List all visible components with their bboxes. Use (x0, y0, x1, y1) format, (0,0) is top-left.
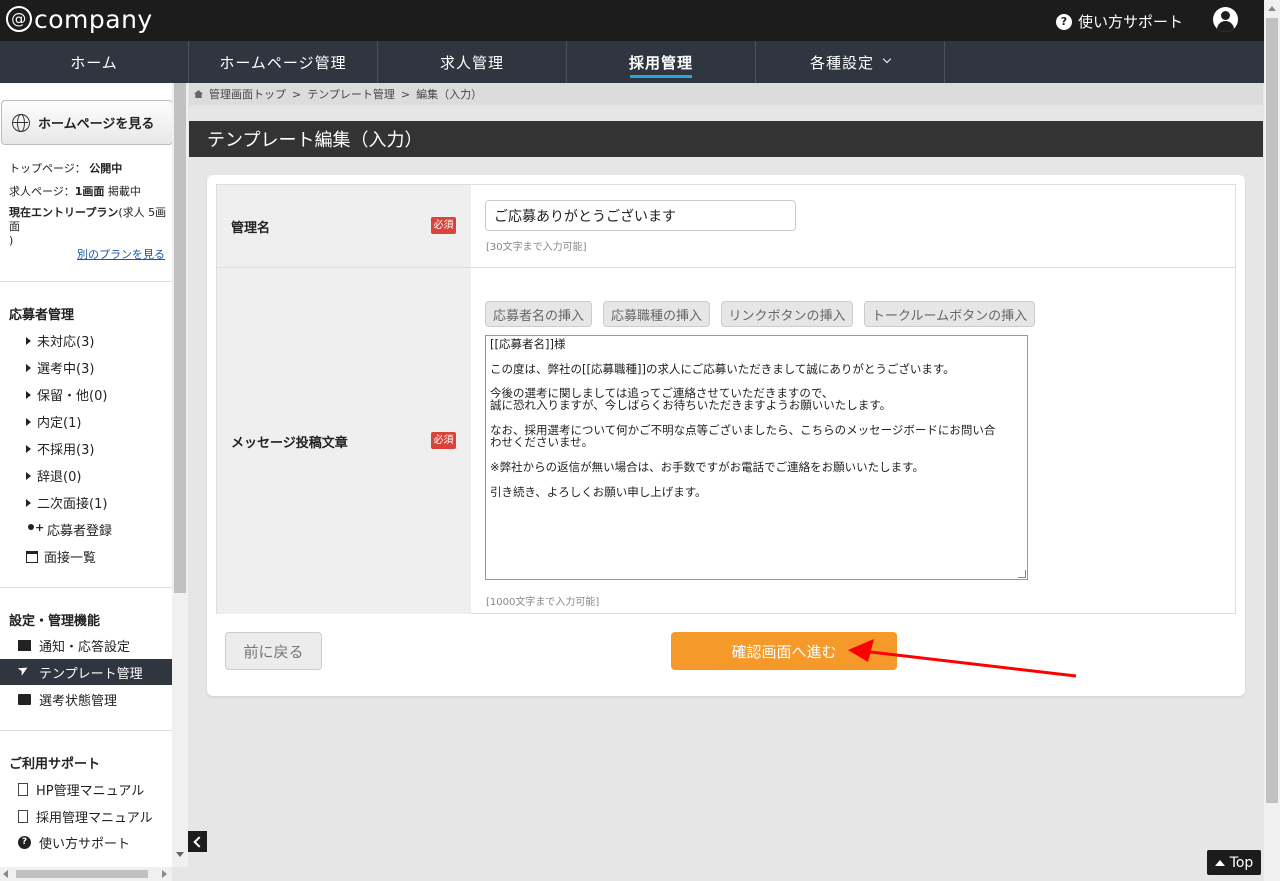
nav-home[interactable]: ホーム (0, 41, 189, 83)
sidebar-item-notify-settings[interactable]: 通知・応答設定 (0, 632, 172, 658)
required-badge: 必須 (431, 217, 456, 234)
sidebar-scrollbar-thumb[interactable] (174, 83, 186, 593)
caret-right-icon (26, 498, 31, 507)
folder-open-icon (18, 693, 31, 705)
nav-settings[interactable]: 各種設定 (756, 41, 945, 83)
page-scrollbar-thumb[interactable] (1266, 18, 1278, 803)
sidebar-item-in-selection[interactable]: 選考中(3) (26, 358, 94, 377)
required-badge: 必須 (431, 432, 456, 449)
scroll-right-icon[interactable] (162, 870, 167, 878)
globe-icon (12, 113, 30, 132)
settings-heading: 設定・管理機能 (9, 614, 101, 629)
applicant-heading: 応募者管理 (9, 308, 75, 323)
collapse-sidebar-button[interactable] (188, 831, 207, 852)
insert-job-type-button[interactable]: 応募職種の挿入 (603, 301, 710, 327)
page-title: テンプレート編集（入力） (189, 121, 1263, 157)
back-to-top-button[interactable]: Top (1207, 850, 1261, 875)
caret-right-icon (26, 417, 31, 426)
message-hint: [1000文字まで入力可能] (486, 597, 600, 608)
breadcrumb-admin-top[interactable]: 管理画面トップ (209, 86, 286, 102)
caret-right-icon (26, 444, 31, 453)
sidebar-horizontal-scrollbar[interactable] (0, 867, 172, 881)
sidebar-item-offer[interactable]: 内定(1) (26, 412, 81, 431)
pdf-file-icon (18, 782, 28, 796)
insert-talkroom-button-button[interactable]: トークルームボタンの挿入 (864, 301, 1035, 327)
question-icon: ? (1056, 13, 1072, 30)
divider (0, 730, 172, 731)
pdf-file-icon (18, 809, 28, 823)
caret-right-icon (26, 471, 31, 480)
breadcrumb-template-management[interactable]: テンプレート管理 (307, 86, 395, 102)
main-nav: ホーム ホームページ管理 求人管理 採用管理 各種設定 (0, 41, 1264, 83)
top-page-status: トップページ： 公開中 (9, 162, 123, 175)
company-logo[interactable]: @ company (6, 5, 153, 34)
user-plus-icon (26, 521, 44, 535)
form-card: 管理名 必須 ご応募ありがとうございます [30文字まで入力可能] メッセージ投… (207, 175, 1245, 696)
scrollbar-thumb[interactable] (16, 870, 148, 878)
sidebar-item-register-applicant[interactable]: 応募者登録 (26, 520, 112, 539)
home-icon (194, 90, 203, 98)
annotation-arrow-line (861, 649, 1077, 678)
sidebar-item-recruit-manual[interactable]: 採用管理マニュアル (0, 803, 172, 829)
sidebar-item-selection-status[interactable]: 選考状態管理 (0, 686, 172, 712)
breadcrumb-current: 編集（入力） (416, 88, 483, 101)
back-button[interactable]: 前に戻る (225, 632, 322, 670)
sidebar-item-template-management[interactable]: テンプレート管理 (0, 659, 172, 685)
caret-right-icon (26, 390, 31, 399)
sidebar-item-howto-support[interactable]: ? 使い方サポート (0, 829, 172, 855)
nav-homepage-management[interactable]: ホームページ管理 (189, 41, 378, 83)
scroll-left-icon[interactable] (3, 870, 8, 878)
message-textarea[interactable]: [[応募者名]]様 この度は、弊社の[[応募職種]]の求人にご応募いただきまして… (485, 335, 1028, 580)
sidebar-item-rejected[interactable]: 不採用(3) (26, 439, 94, 458)
insert-applicant-name-button[interactable]: 応募者名の挿入 (485, 301, 592, 327)
annotation-arrow-head (848, 639, 874, 662)
scroll-up-icon[interactable] (1268, 6, 1276, 11)
sidebar-item-second-interview[interactable]: 二次面接(1) (26, 493, 107, 512)
annotation-arrow-icon (848, 639, 1077, 678)
chevron-down-icon (882, 54, 892, 64)
sidebar: ホームページを見る トップページ： 公開中 求人ページ：1画面 掲載中 現在エン… (0, 83, 172, 867)
support-heading: ご利用サポート (9, 757, 101, 772)
insert-link-button-button[interactable]: リンクボタンの挿入 (721, 301, 853, 327)
sidebar-item-hp-manual[interactable]: HP管理マニュアル (0, 776, 172, 802)
job-page-status: 求人ページ：1画面 掲載中 (9, 185, 141, 198)
caret-right-icon (26, 363, 31, 372)
question-icon: ? (18, 835, 31, 849)
nav-recruitment-management[interactable]: 採用管理 (567, 41, 756, 83)
support-link[interactable]: ? 使い方サポート (1056, 11, 1183, 32)
divider (0, 587, 172, 588)
divider (0, 281, 172, 282)
management-name-input[interactable]: ご応募ありがとうございます (485, 200, 796, 231)
calendar-icon (26, 550, 38, 563)
message-label: メッセージ投稿文章 必須 (217, 268, 471, 614)
paper-plane-icon (18, 667, 31, 678)
top-bar: @ company ? 使い方サポート (0, 0, 1280, 41)
arrow-up-icon (1214, 859, 1225, 866)
breadcrumb: 管理画面トップ > テンプレート管理 > 編集（入力） (189, 83, 1263, 105)
caret-right-icon (26, 336, 31, 345)
form-table: 管理名 必須 ご応募ありがとうございます [30文字まで入力可能] メッセージ投… (216, 184, 1236, 614)
nav-job-management[interactable]: 求人管理 (378, 41, 567, 83)
current-plan: 現在エントリープラン(求人 5画面) (9, 206, 167, 247)
scroll-down-icon[interactable] (176, 852, 184, 857)
other-plan-link[interactable]: 別のプランを見る (77, 246, 165, 262)
user-account-icon[interactable] (1213, 7, 1238, 32)
at-icon: @ (6, 6, 32, 32)
name-label: 管理名 必須 (217, 185, 471, 267)
envelope-icon (18, 639, 31, 651)
sidebar-item-unhandled[interactable]: 未対応(3) (26, 331, 94, 350)
sidebar-item-pending[interactable]: 保留・他(0) (26, 385, 107, 404)
sidebar-item-declined[interactable]: 辞退(0) (26, 466, 81, 485)
sidebar-item-interview-list[interactable]: 面接一覧 (26, 547, 96, 566)
view-homepage-button[interactable]: ホームページを見る (1, 100, 172, 145)
resize-grip-icon[interactable] (1018, 570, 1026, 578)
name-hint: [30文字まで入力可能] (486, 242, 587, 253)
page-scrollbar[interactable] (1264, 0, 1280, 881)
